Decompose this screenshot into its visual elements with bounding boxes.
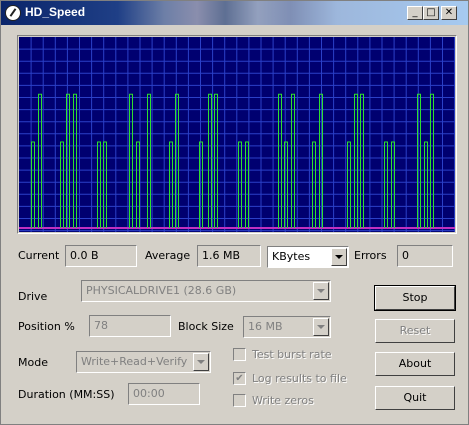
- average-value-field: 1.6 MB: [197, 245, 261, 267]
- minimize-button[interactable]: _: [407, 6, 423, 20]
- mode-select[interactable]: Write+Read+Verify: [76, 351, 211, 373]
- maximize-button[interactable]: □: [423, 6, 439, 20]
- mode-label: Mode: [18, 356, 48, 369]
- reset-button[interactable]: Reset: [375, 319, 455, 343]
- unit-select-value: KBytes: [272, 250, 311, 263]
- current-value-field: 0.0 B: [65, 245, 137, 267]
- drive-select-value: PHYSICALDRIVE1 (28.6 GB): [86, 284, 237, 297]
- speed-graph-canvas: [19, 37, 455, 232]
- speed-graph: [17, 35, 457, 234]
- test-burst-checkbox[interactable]: [233, 348, 246, 361]
- app-icon: [5, 5, 21, 21]
- chevron-down-icon[interactable]: [331, 248, 347, 266]
- position-label: Position %: [18, 320, 75, 333]
- drive-label: Drive: [18, 290, 48, 303]
- chevron-down-icon[interactable]: [193, 353, 209, 371]
- position-input[interactable]: 78: [89, 315, 171, 337]
- mode-select-value: Write+Read+Verify: [81, 355, 188, 368]
- chevron-down-icon[interactable]: [313, 318, 329, 336]
- errors-value-field: 0: [397, 245, 453, 267]
- block-size-select[interactable]: 16 MB: [243, 316, 331, 338]
- hd-speed-window: HD_Speed _ □ ✕ Current 0.0 B Average 1.6…: [0, 0, 469, 425]
- write-zeros-checkbox[interactable]: [233, 394, 246, 407]
- chevron-down-icon[interactable]: [313, 282, 329, 300]
- block-size-select-value: 16 MB: [248, 320, 283, 333]
- test-burst-label: Test burst rate: [252, 348, 332, 361]
- errors-label: Errors: [354, 249, 387, 262]
- about-button[interactable]: About: [375, 352, 455, 376]
- duration-label: Duration (MM:SS): [18, 388, 115, 401]
- current-label: Current: [18, 249, 60, 262]
- log-results-checkbox[interactable]: ✔: [233, 372, 246, 385]
- block-size-label: Block Size: [178, 320, 234, 333]
- duration-input[interactable]: 00:00: [128, 383, 200, 405]
- unit-select[interactable]: KBytes: [267, 246, 349, 268]
- log-results-label: Log results to file: [252, 372, 347, 385]
- stop-button[interactable]: Stop: [374, 285, 456, 311]
- title-bar[interactable]: HD_Speed _ □ ✕: [1, 1, 468, 25]
- drive-select[interactable]: PHYSICALDRIVE1 (28.6 GB): [81, 280, 331, 302]
- average-label: Average: [145, 249, 191, 262]
- write-zeros-label: Write zeros: [252, 394, 314, 407]
- window-title: HD_Speed: [25, 5, 86, 19]
- quit-button[interactable]: Quit: [375, 386, 455, 410]
- close-button[interactable]: ✕: [441, 6, 457, 20]
